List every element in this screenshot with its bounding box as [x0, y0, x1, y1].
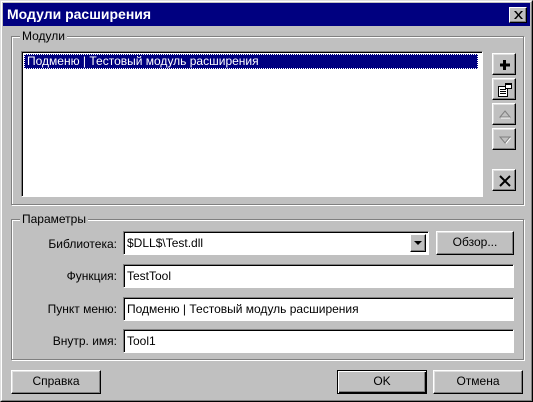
title-bar[interactable]: Модули расширения: [3, 3, 530, 26]
library-value: $DLL$\Test.dll: [127, 236, 204, 250]
library-label: Библиотека:: [48, 237, 117, 251]
function-field[interactable]: TestTool: [123, 264, 514, 288]
ok-label: OK: [373, 374, 391, 388]
list-item[interactable]: Подменю | Тестовый модуль расширения: [24, 54, 478, 69]
cancel-button[interactable]: Отмена: [433, 370, 523, 394]
internal-name-label: Внутр. имя:: [52, 334, 117, 348]
delete-module-button[interactable]: [492, 169, 516, 191]
ok-button[interactable]: OK: [337, 370, 427, 394]
move-down-button[interactable]: [492, 128, 516, 150]
help-label: Справка: [32, 374, 80, 388]
modules-list[interactable]: Подменю | Тестовый модуль расширения: [21, 51, 483, 197]
library-combobox[interactable]: $DLL$\Test.dll: [123, 231, 429, 255]
help-button[interactable]: Справка: [11, 370, 101, 394]
browse-label: Обзор...: [452, 235, 498, 249]
internal-name-value: Tool1: [127, 334, 156, 348]
move-up-button[interactable]: [492, 103, 516, 125]
menu-item-value: Подменю | Тестовый модуль расширения: [127, 302, 359, 316]
arrow-down-icon: [498, 136, 512, 144]
plus-icon: [500, 60, 510, 70]
chevron-down-icon: [414, 241, 422, 245]
dialog-title: Модули расширения: [7, 6, 152, 22]
close-button[interactable]: [509, 7, 527, 23]
arrow-up-icon: [498, 110, 512, 119]
module-properties-button[interactable]: [492, 78, 516, 100]
function-value: TestTool: [127, 269, 172, 283]
menu-item-field[interactable]: Подменю | Тестовый модуль расширения: [123, 297, 514, 321]
add-module-button[interactable]: [492, 53, 516, 75]
properties-icon: [498, 83, 512, 97]
modules-legend: Модули: [20, 29, 67, 43]
library-dropdown-button[interactable]: [410, 234, 426, 252]
x-icon: [499, 175, 511, 187]
parameters-legend: Параметры: [20, 212, 88, 226]
browse-button[interactable]: Обзор...: [436, 231, 514, 255]
dialog-window: Модули расширения Модули Подменю | Тесто…: [0, 0, 533, 402]
internal-name-field[interactable]: Tool1: [123, 329, 514, 353]
function-label: Функция:: [66, 269, 117, 283]
close-icon: [514, 11, 523, 19]
menu-item-label: Пункт меню:: [47, 302, 117, 316]
cancel-label: Отмена: [456, 374, 500, 388]
